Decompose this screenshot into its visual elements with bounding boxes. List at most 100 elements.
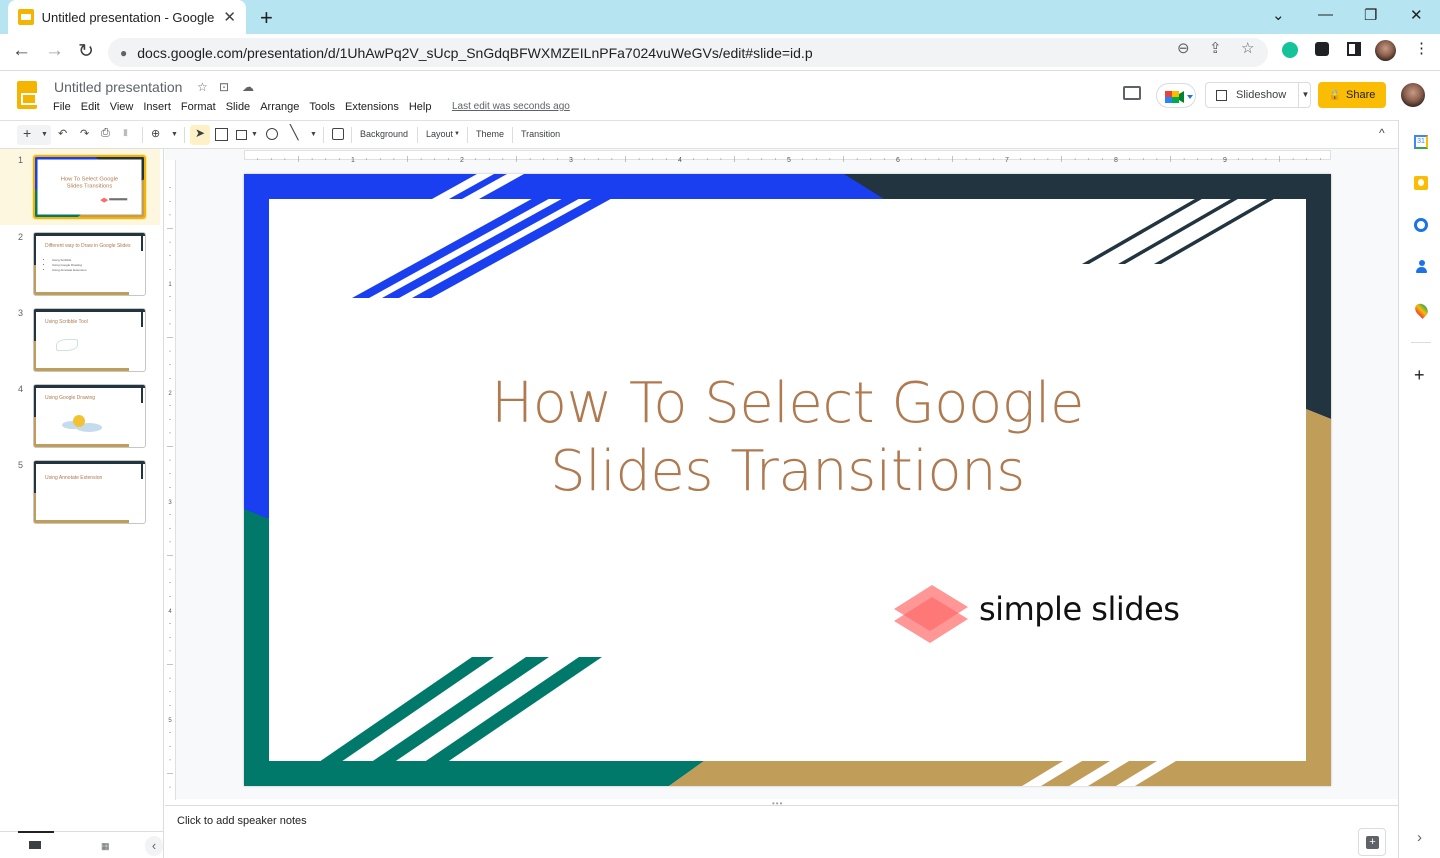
- present-icon: [1216, 89, 1227, 101]
- reload-button[interactable]: ↻: [78, 40, 94, 63]
- new-slide-button[interactable]: +: [23, 125, 31, 141]
- omnibox[interactable]: ● docs.google.com/presentation/d/1UhAwPq…: [108, 38, 1268, 67]
- shape-button[interactable]: [266, 128, 278, 140]
- comment-history-icon[interactable]: [1123, 86, 1141, 100]
- undo-button[interactable]: ↶: [58, 127, 67, 140]
- slide-thumbnail[interactable]: Using Google Drawing: [33, 384, 146, 448]
- menu-extensions[interactable]: Extensions: [345, 101, 399, 113]
- grammarly-extension-icon[interactable]: [1282, 42, 1298, 58]
- bookmark-star-icon[interactable]: ☆: [1241, 39, 1254, 57]
- speaker-notes[interactable]: Click to add speaker notes +: [165, 805, 1398, 858]
- transition-button[interactable]: Transition: [521, 129, 560, 139]
- new-tab-button[interactable]: +: [260, 5, 273, 31]
- add-addon-button[interactable]: +: [1414, 365, 1425, 386]
- zoom-dropdown-icon[interactable]: ▼: [171, 131, 178, 138]
- calendar-icon[interactable]: 31: [1414, 135, 1428, 149]
- url-text[interactable]: docs.google.com/presentation/d/1UhAwPq2V…: [137, 45, 812, 61]
- slide-thumb-row-5[interactable]: 5 Using Annotate Extension: [0, 454, 164, 530]
- redo-button[interactable]: ↷: [80, 127, 89, 140]
- layout-dropdown-icon[interactable]: ▼: [454, 131, 460, 137]
- ruler-label: 5: [168, 718, 172, 724]
- side-panel-icon[interactable]: [1347, 42, 1361, 56]
- collapse-filmstrip-button[interactable]: ‹: [145, 836, 163, 856]
- star-icon[interactable]: ☆: [197, 80, 208, 94]
- browser-tab[interactable]: Untitled presentation - Google Sl ✕: [8, 0, 246, 34]
- menu-help[interactable]: Help: [409, 101, 432, 113]
- move-folder-icon[interactable]: ⊡: [219, 80, 229, 94]
- browser-tab-bar: Untitled presentation - Google Sl ✕ + ⌄ …: [0, 0, 1440, 34]
- slide-thumb-row-4[interactable]: 4 Using Google Drawing: [0, 378, 164, 454]
- maps-icon[interactable]: [1412, 301, 1431, 319]
- menu-file[interactable]: File: [53, 101, 71, 113]
- new-slide-dropdown-icon[interactable]: ▼: [41, 131, 48, 138]
- close-window-button[interactable]: ✕: [1410, 6, 1423, 24]
- explore-button[interactable]: +: [1358, 828, 1386, 856]
- restore-button[interactable]: ❐: [1364, 6, 1377, 24]
- slide-title[interactable]: How To Select Google Slides Transitions: [244, 370, 1331, 506]
- menu-view[interactable]: View: [110, 101, 134, 113]
- minimize-button[interactable]: —: [1318, 6, 1333, 23]
- keep-icon[interactable]: [1414, 176, 1428, 190]
- layout-button[interactable]: Layout: [426, 129, 453, 139]
- cursor-arrow-icon: ➤: [195, 126, 206, 140]
- slide-thumbnail[interactable]: How To Select Google Slides Transitions: [33, 155, 146, 219]
- cloud-status-icon[interactable]: ☁: [242, 80, 254, 94]
- slide-thumb-row-2[interactable]: 2 Different way to Draw in Google Slides…: [0, 226, 164, 302]
- share-button[interactable]: 🔒 Share: [1318, 82, 1386, 108]
- back-button[interactable]: ←: [12, 40, 31, 62]
- expand-side-panel-icon[interactable]: ›: [1417, 829, 1422, 846]
- main-slide[interactable]: How To Select Google Slides Transitions …: [244, 174, 1331, 786]
- tasks-icon[interactable]: [1414, 218, 1428, 232]
- slide-thumbnail[interactable]: Using Annotate Extension: [33, 460, 146, 524]
- slide-thumb-row-1[interactable]: 1 How To Select Google Slides Transition…: [0, 149, 164, 225]
- zoom-button[interactable]: ⊕: [151, 127, 160, 140]
- speaker-notes-placeholder[interactable]: Click to add speaker notes: [177, 815, 307, 827]
- profile-avatar[interactable]: [1375, 40, 1396, 61]
- ruler-label: 2: [460, 157, 464, 164]
- slideshow-button[interactable]: Slideshow ▼: [1205, 82, 1311, 108]
- background-button[interactable]: Background: [360, 129, 408, 139]
- slide-thumbnail[interactable]: Different way to Draw in Google Slides U…: [33, 232, 146, 296]
- print-button[interactable]: ⎙: [101, 127, 110, 140]
- select-tool-button[interactable]: ➤: [190, 125, 210, 145]
- collapse-toolbar-icon[interactable]: ^: [1379, 126, 1385, 140]
- line-dropdown-icon[interactable]: ▼: [310, 131, 317, 138]
- theme-button[interactable]: Theme: [476, 129, 504, 139]
- document-title[interactable]: Untitled presentation: [54, 79, 182, 95]
- menu-tools[interactable]: Tools: [309, 101, 335, 113]
- insert-image-button[interactable]: [236, 130, 247, 140]
- share-page-icon[interactable]: ⇪: [1209, 39, 1222, 57]
- close-tab-icon[interactable]: ✕: [223, 8, 236, 26]
- contacts-icon[interactable]: [1416, 260, 1427, 274]
- slideshow-dropdown-icon[interactable]: ▼: [1298, 83, 1312, 107]
- paint-format-button[interactable]: ▮: [123, 127, 128, 138]
- side-panel: 31 + ›: [1398, 120, 1440, 858]
- text-box-button[interactable]: [215, 128, 228, 141]
- tab-search-icon[interactable]: ⌄: [1272, 6, 1285, 24]
- menu-arrange[interactable]: Arrange: [260, 101, 299, 113]
- menu-edit[interactable]: Edit: [81, 101, 100, 113]
- menu-insert[interactable]: Insert: [143, 101, 171, 113]
- meet-button[interactable]: [1156, 83, 1196, 108]
- line-button[interactable]: ╲: [290, 124, 298, 141]
- browser-menu-icon[interactable]: ⋮: [1414, 39, 1429, 57]
- menu-slide[interactable]: Slide: [226, 101, 250, 113]
- slides-logo-icon[interactable]: [17, 81, 37, 109]
- ruler-label: 4: [678, 157, 682, 164]
- slide-thumb-row-3[interactable]: 3 Using Scribble Tool: [0, 302, 164, 378]
- account-avatar[interactable]: [1401, 83, 1425, 107]
- forward-button[interactable]: →: [45, 40, 64, 62]
- image-dropdown-icon[interactable]: ▼: [251, 131, 258, 138]
- zoom-icon[interactable]: ⊖: [1177, 39, 1190, 57]
- extensions-puzzle-icon[interactable]: [1315, 42, 1329, 56]
- slideshow-label: Slideshow: [1236, 89, 1287, 101]
- vertical-ruler[interactable]: 1 2 3 4 5: [165, 160, 176, 800]
- horizontal-ruler[interactable]: 1 2 3 4 5 6 7 8 9: [244, 150, 1331, 164]
- slide-thumbnail[interactable]: Using Scribble Tool: [33, 308, 146, 372]
- last-edit-link[interactable]: Last edit was seconds ago: [452, 101, 570, 112]
- slide-number: 3: [18, 308, 24, 318]
- grid-view-icon[interactable]: ▦: [101, 841, 109, 852]
- add-comment-button[interactable]: [332, 128, 344, 140]
- menu-format[interactable]: Format: [181, 101, 216, 113]
- filmstrip-view-icon[interactable]: [29, 841, 41, 849]
